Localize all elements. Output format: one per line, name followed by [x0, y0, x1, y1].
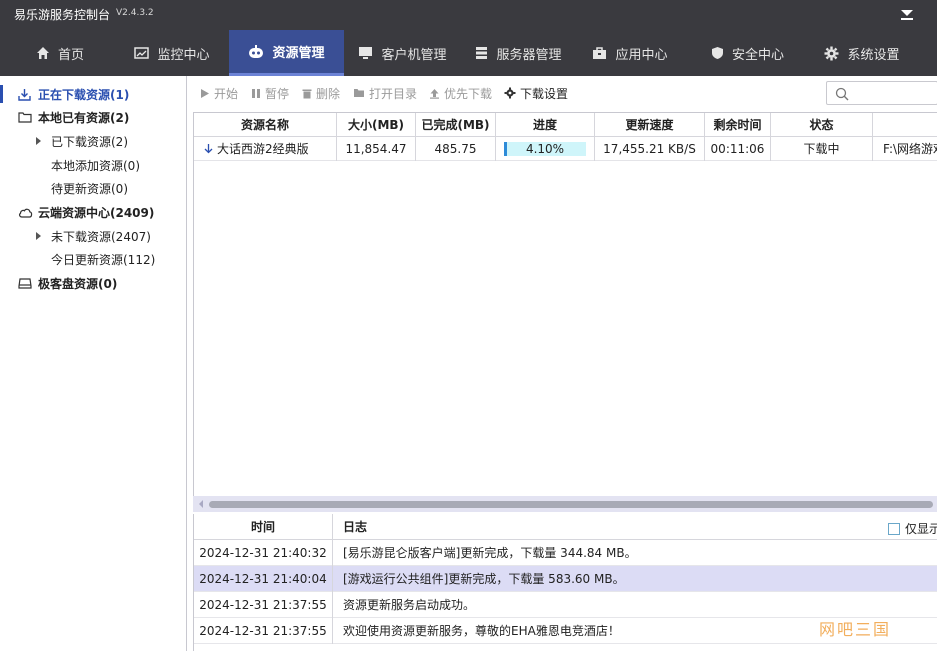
nav-label: 安全中心	[731, 47, 784, 63]
watermark-logo: 网吧三国	[819, 620, 892, 639]
log-row[interactable]: 2024-12-31 21:40:04 [游戏运行公共组件]更新完成，下载量 5…	[194, 566, 937, 592]
app-bag-icon	[593, 47, 607, 59]
expand-arrow-icon[interactable]	[36, 137, 41, 145]
nav-label: 首页	[57, 47, 84, 63]
folder-icon	[18, 112, 32, 123]
cloud-icon	[18, 208, 33, 218]
open-directory-button[interactable]: 打开目录	[353, 84, 417, 102]
sidebar-item-local[interactable]: 本地已有资源(2)	[0, 106, 129, 128]
size-value: 11,854.47	[337, 137, 416, 161]
client-monitor-icon	[359, 47, 373, 59]
delete-button[interactable]: 删除	[302, 84, 340, 102]
play-icon	[201, 88, 209, 98]
column-header[interactable]: 更新速度	[595, 113, 705, 137]
resource-bot-icon	[249, 44, 264, 58]
search-icon	[835, 87, 849, 101]
search-box[interactable]	[826, 81, 937, 105]
column-header[interactable]: 时间	[194, 514, 333, 540]
progress-bar: 4.10%	[504, 142, 586, 156]
pause-icon	[252, 88, 260, 98]
remaining-time: 00:11:06	[705, 137, 771, 161]
nav-home[interactable]: 首页	[20, 30, 100, 76]
speed-value: 17,455.21 KB/S	[595, 137, 705, 161]
nav-app-center[interactable]: 应用中心	[585, 30, 675, 76]
home-icon	[36, 47, 49, 59]
nav-label: 系统设置	[847, 47, 900, 63]
server-icon	[476, 47, 488, 59]
download-table-header: 资源名称 大小(MB) 已完成(MB) 进度 更新速度 剩余时间 状态	[194, 113, 937, 137]
column-header[interactable]: 状态	[771, 113, 873, 137]
table-row[interactable]: 大话西游2经典版 11,854.47 485.75 4.10% 17,455.2…	[194, 137, 937, 161]
download-arrow-icon	[204, 144, 213, 154]
nav-server[interactable]: 服务器管理	[466, 30, 571, 76]
start-button[interactable]: 开始	[200, 84, 238, 102]
nav-client[interactable]: 客户机管理	[350, 30, 455, 76]
app-version: V2.4.3.2	[116, 8, 154, 18]
nav-label: 应用中心	[615, 47, 668, 63]
progress-cell: 4.10%	[496, 137, 595, 161]
column-header[interactable]: 进度	[496, 113, 595, 137]
column-header[interactable]: 剩余时间	[705, 113, 771, 137]
nav-label: 客户机管理	[381, 47, 447, 63]
nav-monitor[interactable]: 监控中心	[122, 30, 222, 76]
sidebar-item-downloaded[interactable]: 已下载资源(2)	[0, 130, 128, 152]
dropdown-icon	[901, 10, 913, 16]
nav-settings[interactable]: 系统设置	[812, 30, 912, 76]
download-settings-button[interactable]: 下载设置	[504, 84, 568, 102]
path-text: F:\网络游戏	[883, 142, 937, 156]
progress-text: 4.10%	[525, 142, 565, 156]
monitor-chart-icon	[134, 46, 150, 59]
expand-arrow-icon[interactable]	[36, 232, 41, 240]
scroll-thumb[interactable]	[209, 501, 933, 508]
download-table: 资源名称 大小(MB) 已完成(MB) 进度 更新速度 剩余时间 状态 大话西游…	[193, 112, 937, 496]
pause-button[interactable]: 暂停	[251, 84, 289, 102]
shield-icon	[711, 47, 723, 59]
nav-security[interactable]: 安全中心	[700, 30, 795, 76]
log-row[interactable]: 2024-12-31 21:37:55 资源更新服务启动成功。	[194, 592, 937, 618]
only-show-checkbox[interactable]: 仅显示	[888, 520, 937, 537]
gear-icon	[504, 87, 516, 99]
nav-label: 服务器管理	[496, 47, 562, 63]
gear-icon	[824, 46, 839, 60]
trash-icon	[302, 89, 312, 98]
window-menu-button[interactable]	[898, 4, 916, 24]
sidebar-item-downloading[interactable]: 正在下载资源(1)	[0, 83, 129, 105]
upload-arrow-icon	[430, 88, 439, 99]
download-icon	[18, 88, 31, 101]
app-title: 易乐游服务控制台	[14, 8, 111, 22]
checkbox-icon[interactable]	[888, 522, 900, 535]
sidebar-item-geek-disk[interactable]: 极客盘资源(0)	[0, 272, 117, 294]
column-header[interactable]: 日志	[333, 514, 937, 540]
resource-sidebar: 正在下载资源(1) 本地已有资源(2) 已下载资源(2) 本地添加资源(0) 待…	[0, 76, 187, 651]
priority-download-button[interactable]: 优先下载	[429, 84, 492, 102]
sidebar-item-cloud[interactable]: 云端资源中心(2409)	[0, 201, 154, 223]
main-nav: 首页 监控中心 资源管理 客户机管理 服务器管理 应用中心 安全中心 系统设置	[0, 30, 937, 76]
sidebar-item-pending-update[interactable]: 待更新资源(0)	[0, 177, 128, 199]
nav-label: 监控中心	[157, 47, 210, 63]
sidebar-item-not-downloaded[interactable]: 未下载资源(2407)	[0, 225, 151, 247]
done-value: 485.75	[416, 137, 496, 161]
nav-resource[interactable]: 资源管理	[229, 30, 344, 76]
search-input[interactable]	[853, 84, 933, 102]
sidebar-item-today-updates[interactable]: 今日更新资源(112)	[0, 248, 155, 270]
resource-name: 大话西游2经典版	[217, 142, 309, 156]
column-header[interactable]: 大小(MB)	[337, 113, 416, 137]
nav-label: 资源管理	[272, 46, 325, 61]
disk-icon	[18, 278, 32, 289]
column-header[interactable]: 资源名称	[194, 113, 337, 137]
title-bar: 易乐游服务控制台 V2.4.3.2	[0, 0, 937, 30]
horizontal-scrollbar[interactable]	[193, 496, 937, 512]
log-row[interactable]: 2024-12-31 21:40:32 [易乐游昆仑版客户端]更新完成，下载量 …	[194, 540, 937, 566]
sidebar-item-local-added[interactable]: 本地添加资源(0)	[0, 154, 140, 176]
column-header[interactable]: 已完成(MB)	[416, 113, 496, 137]
status-text: 下载中	[771, 137, 873, 161]
log-table-header: 时间 日志 仅显示	[194, 514, 937, 540]
folder-open-icon	[354, 89, 364, 97]
scroll-left-icon[interactable]	[199, 500, 203, 508]
download-toolbar: 开始 暂停 删除 打开目录 优先下载 下载设置	[188, 76, 937, 110]
